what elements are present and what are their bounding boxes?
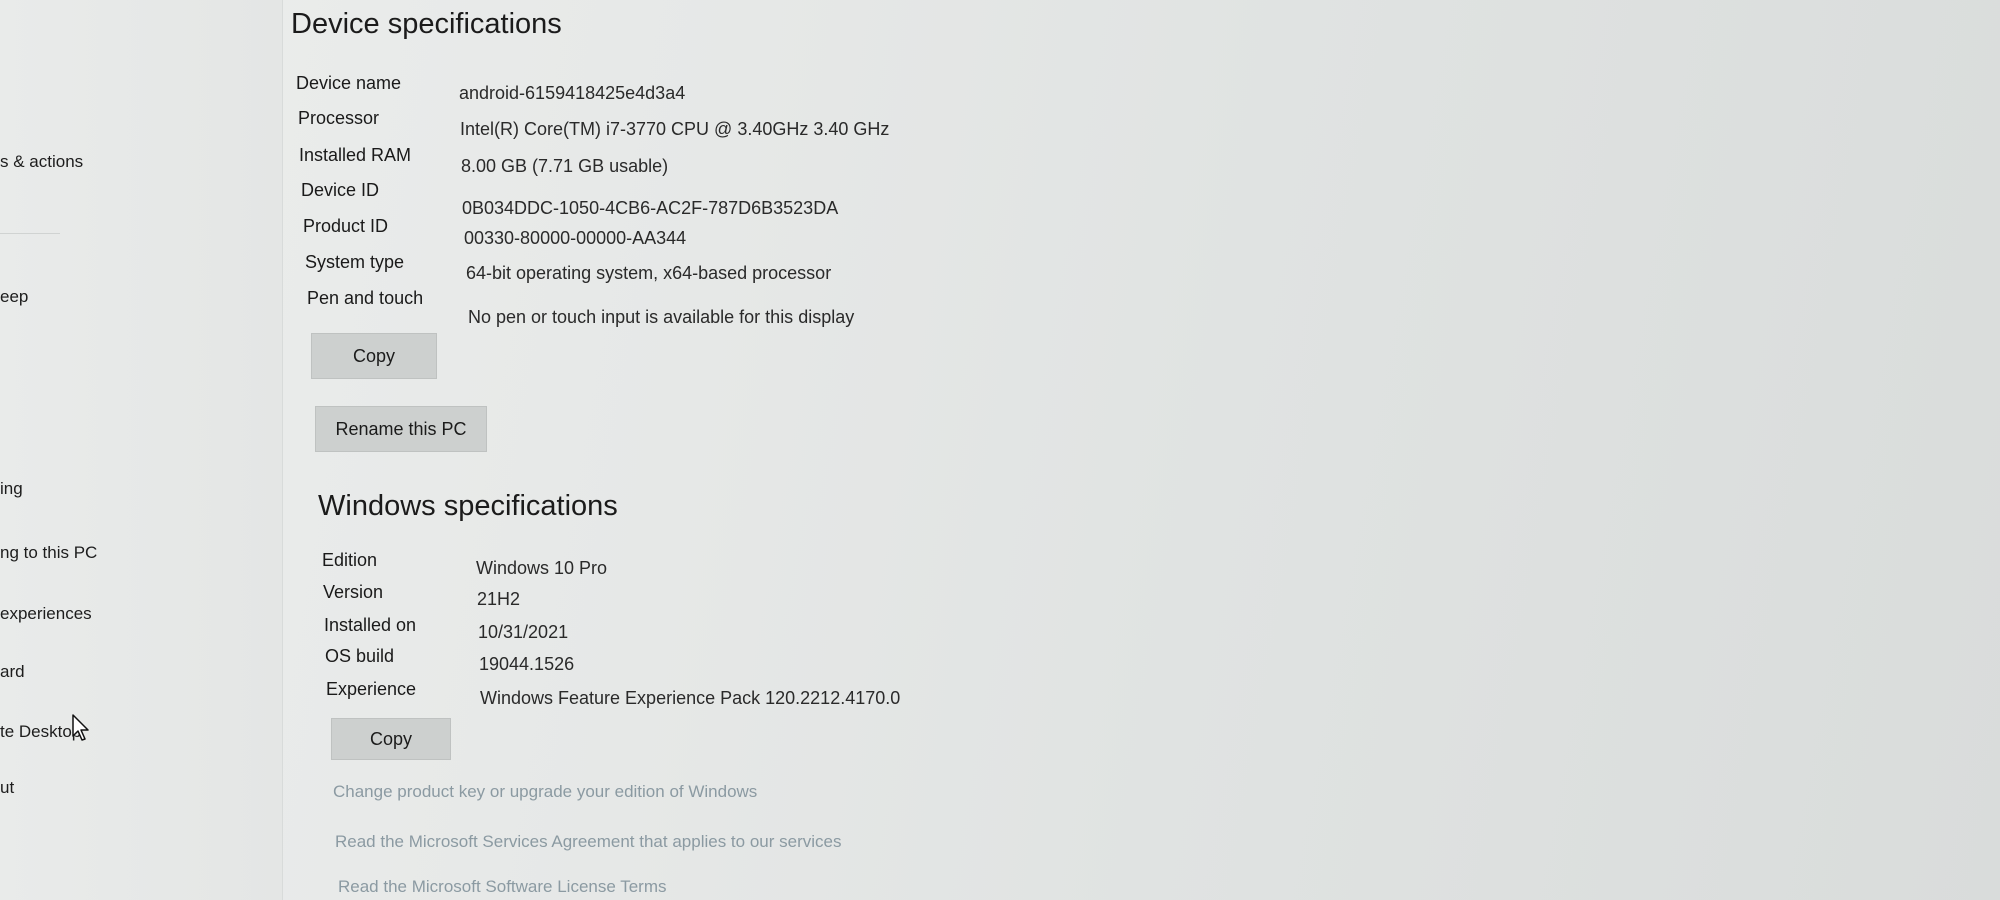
spec-value-device-id: 0B034DDC-1050-4CB6-AC2F-787D6B3523DA: [462, 198, 839, 218]
sidebar-item-multitasking[interactable]: ing: [0, 479, 23, 499]
spec-label-system-type: System type: [305, 252, 405, 272]
device-specifications-heading: Device specifications: [291, 8, 562, 40]
spec-value-device-name: android-6159418425e4d3a4: [459, 83, 686, 103]
sidebar-item-notifications-actions[interactable]: s & actions: [0, 152, 83, 172]
winspec-label-os-build: OS build: [325, 646, 395, 666]
services-agreement-link[interactable]: Read the Microsoft Services Agreement th…: [335, 832, 841, 852]
spec-value-system-type: 64-bit operating system, x64-based proce…: [466, 263, 832, 283]
spec-label-product-id: Product ID: [303, 216, 389, 236]
sidebar-item-label: experiences: [0, 604, 92, 623]
spec-value-processor: Intel(R) Core(TM) i7-3770 CPU @ 3.40GHz …: [460, 119, 890, 139]
sidebar-item-label: s & actions: [0, 152, 84, 171]
spec-value-pen-and-touch: No pen or touch input is available for t…: [468, 307, 855, 327]
sidebar-divider: [0, 233, 60, 234]
sidebar-item-about[interactable]: ut: [0, 778, 14, 798]
sidebar-item-remote-desktop[interactable]: te Desktop: [0, 722, 81, 742]
sidebar-item-label: eep: [0, 287, 29, 306]
winspec-value-edition: Windows 10 Pro: [476, 558, 608, 578]
rename-this-pc-button[interactable]: Rename this PC: [315, 406, 487, 452]
copy-device-specs-button[interactable]: Copy: [311, 333, 437, 379]
spec-label-installed-ram: Installed RAM: [299, 145, 412, 165]
change-product-key-link[interactable]: Change product key or upgrade your editi…: [333, 782, 757, 802]
winspec-value-os-build: 19044.1526: [479, 654, 575, 674]
sidebar-item-shared-experiences[interactable]: experiences: [0, 604, 92, 624]
sidebar-item-label: ard: [0, 662, 25, 681]
winspec-label-version: Version: [323, 582, 384, 602]
spec-label-processor: Processor: [298, 108, 380, 128]
mouse-pointer-icon: [72, 714, 92, 747]
sidebar-item-label: ing: [0, 479, 23, 498]
sidebar-item-projecting-to-this-pc[interactable]: ng to this PC: [0, 543, 97, 563]
spec-value-product-id: 00330-80000-00000-AA344: [464, 228, 687, 248]
winspec-label-experience: Experience: [326, 679, 417, 699]
windows-specifications-heading: Windows specifications: [318, 490, 618, 522]
sidebar-item-label: ng to this PC: [0, 543, 98, 562]
sidebar-item-power-sleep[interactable]: eep: [0, 287, 28, 307]
copy-windows-specs-button[interactable]: Copy: [331, 718, 451, 760]
spec-value-installed-ram: 8.00 GB (7.71 GB usable): [461, 156, 669, 176]
winspec-label-installed-on: Installed on: [324, 615, 417, 635]
software-license-terms-link[interactable]: Read the Microsoft Software License Term…: [338, 877, 667, 897]
sidebar-item-label: ut: [0, 778, 15, 797]
sidebar-item-label: te Desktop: [0, 722, 82, 741]
spec-label-device-id: Device ID: [301, 180, 380, 200]
about-main-panel: Device specifications Device name androi…: [282, 0, 2000, 900]
settings-sidebar: s & actions eep ing ng to this PC experi…: [0, 0, 283, 900]
spec-label-device-name: Device name: [296, 73, 402, 93]
winspec-value-version: 21H2: [477, 589, 521, 609]
winspec-value-installed-on: 10/31/2021: [478, 622, 569, 642]
sidebar-item-clipboard[interactable]: ard: [0, 662, 25, 682]
winspec-label-edition: Edition: [322, 550, 378, 570]
winspec-value-experience: Windows Feature Experience Pack 120.2212…: [480, 688, 901, 708]
spec-label-pen-and-touch: Pen and touch: [307, 288, 424, 308]
